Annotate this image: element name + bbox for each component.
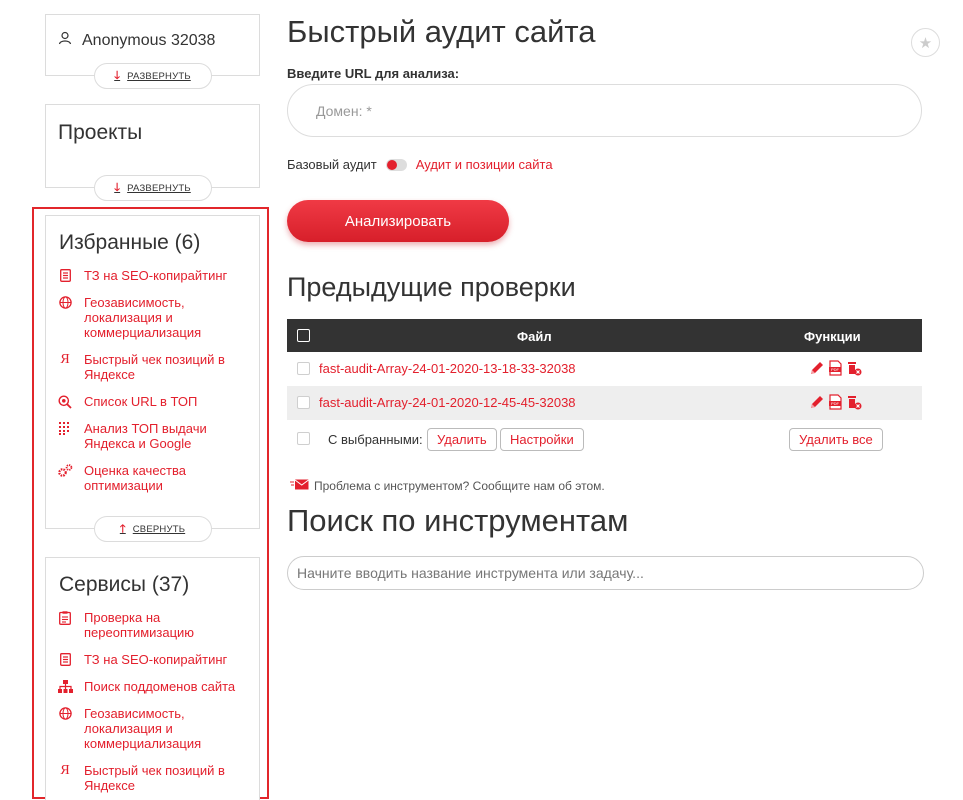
toggle-right-label[interactable]: Аудит и позиции сайта: [416, 157, 553, 172]
favorite-item-label: Анализ ТОП выдачи Яндекса и Google: [84, 421, 207, 451]
file-link[interactable]: fast-audit-Array-24-01-2020-13-18-33-320…: [319, 361, 576, 376]
user-row[interactable]: Anonymous 32038: [58, 31, 215, 50]
pdf-icon[interactable]: PDF: [828, 360, 843, 379]
favorite-item[interactable]: Анализ ТОП выдачи Яндекса и Google: [57, 421, 244, 451]
table-header: Файл Функции: [287, 319, 922, 352]
service-item-label: Проверка на переоптимизацию: [84, 610, 195, 640]
svg-text:PDF: PDF: [831, 401, 840, 406]
service-item[interactable]: Проверка на переоптимизацию: [57, 610, 244, 640]
globe-icon: [57, 295, 73, 310]
with-selected-label: С выбранными:: [328, 432, 423, 447]
favorite-item[interactable]: Список URL в ТОП: [57, 394, 244, 409]
service-item-label: Поиск поддоменов сайта: [84, 679, 236, 694]
column-header-file: Файл: [517, 329, 552, 344]
expand-label: РАЗВЕРНУТЬ: [127, 70, 191, 82]
projects-expand-button[interactable]: 🡓 РАЗВЕРНУТЬ: [93, 175, 212, 201]
document-icon: [57, 652, 73, 667]
delete-icon[interactable]: [846, 394, 862, 413]
url-label: Введите URL для анализа:: [287, 66, 460, 81]
magnifier-icon: [57, 394, 73, 409]
table-row: fast-audit-Array-24-01-2020-13-18-33-320…: [287, 352, 922, 386]
row-actions: PDF: [809, 360, 862, 379]
favorite-item-label: Список URL в ТОП: [84, 394, 198, 409]
services-title: Сервисы (37): [59, 573, 190, 596]
table-row: fast-audit-Array-24-01-2020-12-45-45-320…: [287, 386, 922, 420]
row-checkbox[interactable]: [297, 362, 310, 375]
service-item[interactable]: ТЗ на SEO-копирайтинг: [57, 652, 244, 667]
service-item[interactable]: Я Быстрый чек позиций в Яндексе: [57, 763, 244, 793]
projects-card: Проекты 🡓 РАЗВЕРНУТЬ: [45, 104, 260, 201]
favorite-item[interactable]: Геозависимость, локализация и коммерциал…: [57, 295, 244, 340]
problem-report-link[interactable]: Проблема с инструментом? Сообщите нам об…: [290, 479, 605, 493]
service-item-label: Геозависимость, локализация и коммерциал…: [84, 706, 202, 751]
arrow-down-icon: 🡓: [114, 181, 121, 194]
analyze-button[interactable]: Анализировать: [287, 200, 509, 242]
previous-checks-title: Предыдущие проверки: [287, 272, 576, 302]
edit-icon[interactable]: [809, 394, 825, 413]
favorites-collapse-button[interactable]: 🡑 СВЕРНУТЬ: [93, 516, 212, 542]
service-item-label: ТЗ на SEO-копирайтинг: [84, 652, 228, 667]
document-icon: [57, 268, 73, 283]
row-checkbox[interactable]: [297, 396, 310, 409]
favorite-item[interactable]: Оценка качества оптимизации: [57, 463, 244, 493]
favorites-title: Избранные (6): [59, 231, 201, 254]
toggle-left-label: Базовый аудит: [287, 157, 377, 172]
footer-checkbox[interactable]: [297, 432, 310, 445]
page-title: Быстрый аудит сайта: [287, 14, 596, 49]
user-icon: [58, 31, 82, 50]
user-card: Anonymous 32038 🡓 РАЗВЕРНУТЬ: [45, 14, 260, 89]
service-item[interactable]: Поиск поддоменов сайта: [57, 679, 244, 694]
select-all-checkbox[interactable]: [297, 329, 310, 342]
user-expand-button[interactable]: 🡓 РАЗВЕРНУТЬ: [93, 63, 212, 89]
delete-selected-button[interactable]: Удалить: [427, 428, 497, 451]
row-actions: PDF: [809, 394, 862, 413]
favorites-card: Избранные (6) ТЗ на SEO-копирайтинг Геоз…: [45, 215, 260, 542]
services-list: Проверка на переоптимизацию ТЗ на SEO-ко…: [57, 610, 244, 800]
domain-input[interactable]: [287, 84, 922, 137]
expand-label: РАЗВЕРНУТЬ: [127, 182, 191, 194]
checklist-icon: [57, 610, 73, 625]
favorite-item-label: Быстрый чек позиций в Яндексе: [84, 352, 225, 382]
projects-title: Проекты: [58, 121, 143, 144]
favorite-item-label: ТЗ на SEO-копирайтинг: [84, 268, 228, 283]
previous-checks-table: Файл Функции fast-audit-Array-24-01-2020…: [287, 319, 922, 458]
sitemap-icon: [57, 679, 73, 694]
file-link[interactable]: fast-audit-Array-24-01-2020-12-45-45-320…: [319, 395, 576, 410]
globe-icon: [57, 706, 73, 721]
star-icon: ★: [918, 34, 933, 52]
column-header-functions: Функции: [804, 329, 861, 344]
delete-all-button[interactable]: Удалить все: [789, 428, 883, 451]
gears-icon: [57, 463, 73, 478]
user-name: Anonymous 32038: [82, 31, 216, 49]
svg-text:PDF: PDF: [831, 367, 840, 372]
favorite-item[interactable]: ТЗ на SEO-копирайтинг: [57, 268, 244, 283]
edit-icon[interactable]: [809, 360, 825, 379]
service-item[interactable]: Геозависимость, локализация и коммерциал…: [57, 706, 244, 751]
settings-button[interactable]: Настройки: [500, 428, 584, 451]
favorite-star-button[interactable]: ★: [911, 28, 940, 57]
service-item-label: Быстрый чек позиций в Яндексе: [84, 763, 225, 793]
audit-mode-toggle[interactable]: [385, 158, 407, 171]
arrow-down-icon: 🡓: [114, 69, 121, 82]
problem-text: Проблема с инструментом? Сообщите нам об…: [314, 479, 605, 493]
tool-search-title: Поиск по инструментам: [287, 503, 629, 538]
services-card: Сервисы (37) Проверка на переоптимизацию…: [45, 557, 260, 800]
favorites-list: ТЗ на SEO-копирайтинг Геозависимость, ло…: [57, 268, 244, 505]
delete-icon[interactable]: [846, 360, 862, 379]
favorite-item-label: Геозависимость, локализация и коммерциал…: [84, 295, 202, 340]
favorite-item[interactable]: Я Быстрый чек позиций в Яндексе: [57, 352, 244, 382]
audit-mode-toggle-row: Базовый аудит Аудит и позиции сайта: [287, 157, 553, 172]
yandex-icon: Я: [60, 352, 70, 367]
mail-icon: [290, 479, 314, 493]
pdf-icon[interactable]: PDF: [828, 394, 843, 413]
toggle-knob: [386, 159, 397, 170]
yandex-icon: Я: [60, 763, 70, 778]
favorite-item-label: Оценка качества оптимизации: [84, 463, 187, 493]
table-footer: С выбранными: Удалить Настройки Удалить …: [287, 420, 922, 458]
tool-search-input[interactable]: [287, 556, 924, 590]
collapse-label: СВЕРНУТЬ: [132, 523, 186, 535]
grid-icon: [57, 421, 73, 436]
arrow-up-icon: 🡑: [119, 522, 126, 535]
